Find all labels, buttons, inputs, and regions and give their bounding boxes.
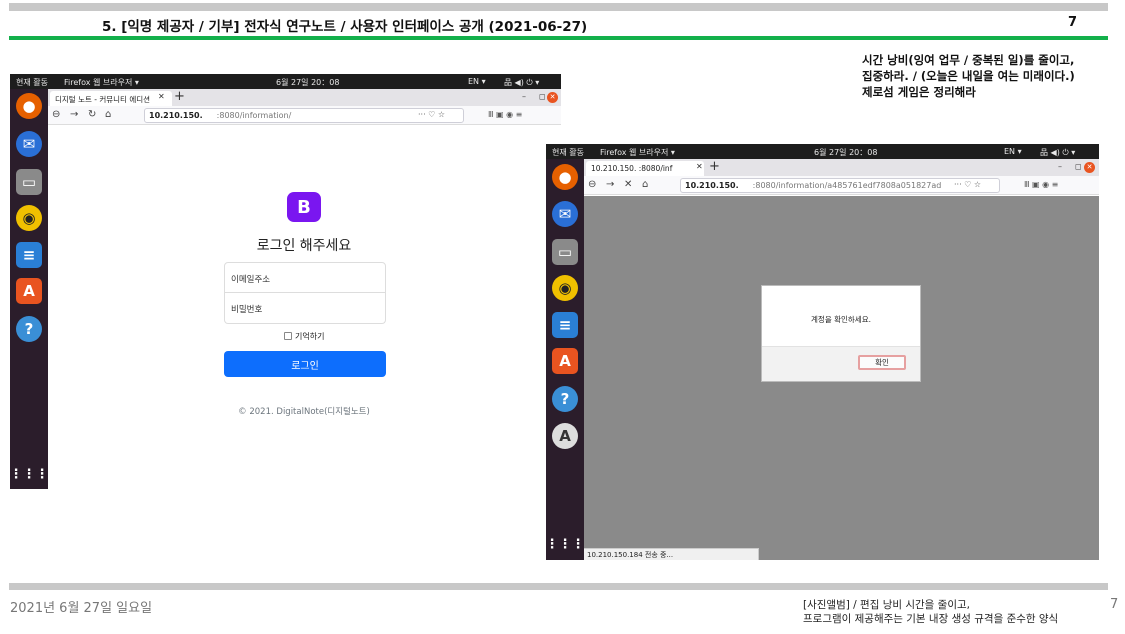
nav-bar: ⊖ → ↻ ⌂ 10.210.150. :8080/information/ ··… (48, 106, 561, 125)
remember-label: 기억하기 (295, 332, 325, 341)
header-bar (9, 3, 1108, 11)
nav-bar: ⊖ → ✕ ⌂ 10.210.150. :8080/information/a48… (584, 176, 1099, 195)
maximize-icon[interactable]: ◻ (1075, 162, 1082, 171)
new-tab-icon[interactable]: + (709, 159, 720, 174)
tab-close-icon[interactable]: ✕ (158, 92, 165, 101)
caption-line: 프로그램이 제공해주는 기본 내장 생성 규격을 준수한 양식 (803, 613, 1059, 625)
slide-title: 5. [익명 제공자 / 기부] 전자식 연구노트 / 사용자 인터페이스 공개… (102, 19, 588, 35)
toolbar-icons[interactable]: Ⅲ ▣ ◉ ≡ (488, 110, 522, 119)
clock[interactable]: 6월 27일 20：08 (814, 147, 877, 158)
tab-close-icon[interactable]: ✕ (696, 162, 703, 171)
toolbar-icons[interactable]: Ⅲ ▣ ◉ ≡ (1024, 180, 1058, 189)
url-path: :8080/information/ (216, 111, 292, 120)
dimmed-page: 계정을 확인하세요. 확인 10.210.150.184 전송 중... (584, 196, 1099, 560)
tab-bar: 10.210.150. :8080/inf ✕ + – ◻ ✕ (584, 159, 1099, 176)
help-icon[interactable]: ? (16, 316, 42, 342)
forward-icon[interactable]: → (70, 109, 78, 120)
remember-me[interactable]: 기억하기 (284, 331, 324, 342)
updater-icon[interactable]: A (552, 423, 578, 449)
remember-checkbox[interactable] (284, 332, 292, 340)
os-top-bar: 현재 활동 Firefox 웹 브라우저 ▾ 6월 27일 20：08 EN ▾… (546, 144, 1099, 159)
caption-line: [사진앨범] / 편집 낭비 시간을 줄이고, (803, 599, 970, 611)
files-icon[interactable]: ▭ (16, 169, 42, 195)
tab-bar: 디지털 노트 - 커뮤니티 에디션 ✕ + – ◻ ✕ (48, 89, 561, 106)
rhythmbox-icon[interactable]: ◉ (552, 275, 578, 301)
footer-date: 2021년 6월 27일 일요일 (10, 601, 153, 616)
rhythmbox-icon[interactable]: ◉ (16, 205, 42, 231)
files-icon[interactable]: ▭ (552, 239, 578, 265)
minimize-icon[interactable]: – (1058, 162, 1062, 171)
tab-information[interactable]: 10.210.150. :8080/inf (586, 161, 704, 176)
screenshot-login: 현재 활동 Firefox 웹 브라우저 ▾ 6월 27일 20：08 EN ▾… (10, 74, 561, 489)
confirm-button[interactable]: 확인 (858, 355, 906, 370)
dock: ● ✉ ▭ ◉ ≡ A ? A ⋮⋮⋮ (546, 159, 585, 560)
writer-icon[interactable]: ≡ (552, 312, 578, 338)
dialog-message: 계정을 확인하세요. (811, 315, 871, 324)
software-icon[interactable]: A (16, 278, 42, 304)
screenshot-dialog: 현재 활동 Firefox 웹 브라우저 ▾ 6월 27일 20：08 EN ▾… (546, 144, 1099, 560)
login-button[interactable]: 로그인 (224, 351, 386, 377)
note-line: 집중하라. / (오늘은 내일을 여는 미래이다.) (862, 69, 1075, 83)
close-window-icon[interactable]: ✕ (1084, 162, 1095, 173)
footer-bar (9, 583, 1108, 590)
maximize-icon[interactable]: ◻ (539, 92, 546, 101)
tab-title: 10.210.150. :8080/inf (591, 164, 673, 173)
status-bar: 10.210.150.184 전송 중... (584, 548, 759, 560)
alert-dialog: 계정을 확인하세요. 확인 (761, 285, 921, 382)
language-indicator[interactable]: EN ▾ (468, 77, 486, 86)
tab-title: 디지털 노트 - 커뮤니티 에디션 (55, 95, 151, 104)
app-menu[interactable]: Firefox 웹 브라우저 ▾ (64, 77, 139, 88)
system-tray[interactable]: 品 ◀) ⏻ ▾ (504, 77, 539, 88)
firefox-icon[interactable]: ● (16, 93, 42, 119)
login-heading: 로그인 해주세요 (256, 238, 352, 254)
password-field[interactable]: 비밀번호 (224, 293, 386, 324)
dialog-footer: 확인 (762, 346, 920, 381)
home-icon[interactable]: ⌂ (642, 179, 648, 190)
thunderbird-icon[interactable]: ✉ (552, 201, 578, 227)
minimize-icon[interactable]: – (522, 92, 526, 101)
language-indicator[interactable]: EN ▾ (1004, 147, 1022, 156)
forward-icon[interactable]: → (606, 179, 614, 190)
login-page: B 로그인 해주세요 이메일주소 비밀번호 기억하기 로그인 © 2021. D… (48, 126, 561, 489)
firefox-icon[interactable]: ● (552, 164, 578, 190)
activities-button[interactable]: 현재 활동 (16, 77, 48, 88)
footer-caption: [사진앨범] / 편집 낭비 시간을 줄이고, 프로그램이 제공해주는 기본 내… (803, 598, 1058, 626)
note-line: 시간 낭비(잉여 업무 / 중복된 일)를 줄이고, (862, 53, 1075, 67)
url-host: 10.210.150. (685, 181, 739, 190)
copyright: © 2021. DigitalNote(디지털노트) (238, 407, 370, 417)
clock[interactable]: 6월 27일 20：08 (276, 77, 339, 88)
reload-icon[interactable]: ↻ (88, 109, 96, 120)
footer-page-number: 7 (1110, 597, 1119, 612)
page-actions-icon[interactable]: ··· ♡ ☆ (954, 180, 981, 189)
activities-button[interactable]: 현재 활동 (552, 147, 584, 158)
writer-icon[interactable]: ≡ (16, 242, 42, 268)
software-icon[interactable]: A (552, 348, 578, 374)
url-bar[interactable]: 10.210.150. :8080/information/a485761edf7… (680, 178, 1000, 193)
slide-notes: 시간 낭비(잉여 업무 / 중복된 일)를 줄이고, 집중하라. / (오늘은 … (862, 52, 1075, 100)
thunderbird-icon[interactable]: ✉ (16, 131, 42, 157)
app-grid-icon[interactable]: ⋮⋮⋮ (546, 531, 585, 557)
back-icon[interactable]: ⊖ (588, 179, 596, 190)
os-top-bar: 현재 활동 Firefox 웹 브라우저 ▾ 6월 27일 20：08 EN ▾… (10, 74, 561, 89)
bootstrap-logo: B (287, 192, 321, 222)
system-tray[interactable]: 品 ◀) ⏻ ▾ (1040, 147, 1075, 158)
page-actions-icon[interactable]: ··· ♡ ☆ (418, 110, 445, 119)
url-path: :8080/information/a485761edf7808a051827a… (752, 181, 942, 190)
close-window-icon[interactable]: ✕ (547, 92, 558, 103)
app-grid-icon[interactable]: ⋮⋮⋮ (10, 461, 49, 487)
header-accent-line (9, 36, 1108, 40)
help-icon[interactable]: ? (552, 386, 578, 412)
tab-digitalnote[interactable]: 디지털 노트 - 커뮤니티 에디션 (50, 91, 172, 106)
url-bar[interactable]: 10.210.150. :8080/information/ (144, 108, 464, 123)
stop-icon[interactable]: ✕ (624, 179, 632, 190)
home-icon[interactable]: ⌂ (105, 109, 111, 120)
url-host: 10.210.150. (149, 111, 203, 120)
app-menu[interactable]: Firefox 웹 브라우저 ▾ (600, 147, 675, 158)
slide-page-number: 7 (1068, 15, 1078, 30)
email-field[interactable]: 이메일주소 (224, 262, 386, 293)
dock: ● ✉ ▭ ◉ ≡ A ? ⋮⋮⋮ (10, 89, 49, 489)
note-line: 제로섬 게임은 정리해라 (862, 85, 976, 99)
back-icon[interactable]: ⊖ (52, 109, 60, 120)
new-tab-icon[interactable]: + (174, 89, 185, 104)
